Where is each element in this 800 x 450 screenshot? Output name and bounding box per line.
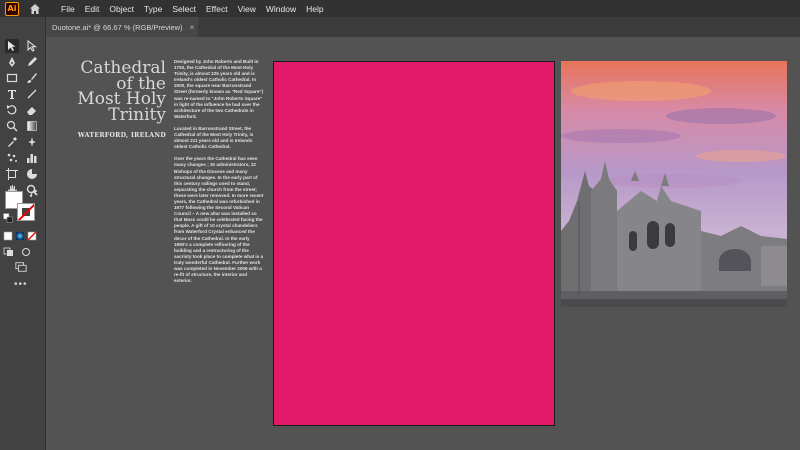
body-paragraph: Designed by John Roberts and Built in 17… [174, 59, 264, 119]
body-text-column: Designed by John Roberts and Built in 17… [174, 59, 264, 290]
body-paragraph: Located in Barronstrand Street, the Cath… [174, 125, 254, 150]
none-mode-icon[interactable] [27, 231, 37, 241]
color-mode-icon[interactable] [3, 231, 13, 241]
page-subtitle: WATERFORD, IRELAND [77, 132, 166, 139]
tools-panel: ••• [0, 17, 46, 450]
line-segment-tool-icon[interactable] [25, 87, 39, 101]
close-icon[interactable]: × [190, 23, 195, 32]
swap-colors-icon[interactable] [29, 189, 39, 199]
menu-select[interactable]: Select [172, 4, 196, 14]
change-screen-mode-icon[interactable] [14, 261, 28, 273]
eyedropper-tool-icon[interactable] [5, 135, 19, 149]
title-line-4: Trinity [108, 104, 166, 125]
illustrator-logo: Ai [5, 1, 19, 16]
pencil-tool-icon[interactable] [25, 55, 39, 69]
selection-tool-icon[interactable] [5, 39, 19, 53]
pen-tool-icon[interactable] [5, 55, 19, 69]
edit-toolbar-icon[interactable]: ••• [14, 279, 28, 290]
menu-effect[interactable]: Effect [206, 4, 228, 14]
document-tab-title: Duotone.ai* @ 66.67 % (RGB/Preview) [52, 22, 183, 32]
body-paragraph: Over the years the Cathedral has seen ma… [174, 156, 264, 284]
menu-help[interactable]: Help [306, 4, 323, 14]
scale-tool-icon[interactable] [5, 119, 19, 133]
cathedral-photo[interactable] [561, 61, 787, 307]
slice-tool-icon[interactable] [25, 167, 39, 181]
screen-mode-icon[interactable] [20, 247, 32, 257]
document-tab-bar: Duotone.ai* @ 66.67 % (RGB/Preview) × [46, 17, 800, 37]
draw-mode-icon[interactable] [3, 247, 15, 257]
default-colors-icon[interactable] [3, 213, 13, 223]
symbol-sprayer-tool-icon[interactable] [5, 151, 19, 165]
type-tool-icon[interactable] [5, 87, 19, 101]
eraser-tool-icon[interactable] [25, 103, 39, 117]
menu-window[interactable]: Window [266, 4, 296, 14]
menu-type[interactable]: Type [144, 4, 162, 14]
menu-object[interactable]: Object [109, 4, 134, 14]
menu-file[interactable]: File [61, 4, 75, 14]
home-icon[interactable] [28, 2, 42, 16]
menu-edit[interactable]: Edit [85, 4, 100, 14]
menu-view[interactable]: View [238, 4, 256, 14]
artboard-tool-icon[interactable] [5, 167, 19, 181]
page-title: Cathedral of the Most Holy Trinity [70, 60, 166, 125]
direct-selection-tool-icon[interactable] [25, 39, 39, 53]
blend-tool-icon[interactable] [25, 135, 39, 149]
stroke-color-swatch[interactable] [17, 203, 35, 221]
rotate-tool-icon[interactable] [5, 103, 19, 117]
pink-rectangle[interactable] [273, 61, 555, 426]
gradient-mode-icon[interactable] [15, 231, 25, 241]
column-graph-tool-icon[interactable] [25, 151, 39, 165]
rectangle-tool-icon[interactable] [5, 71, 19, 85]
document-tab[interactable]: Duotone.ai* @ 66.67 % (RGB/Preview) × [46, 17, 198, 37]
gradient-tool-icon[interactable] [25, 119, 39, 133]
paintbrush-tool-icon[interactable] [25, 71, 39, 85]
menu-bar: Ai File Edit Object Type Select Effect V… [0, 0, 800, 17]
